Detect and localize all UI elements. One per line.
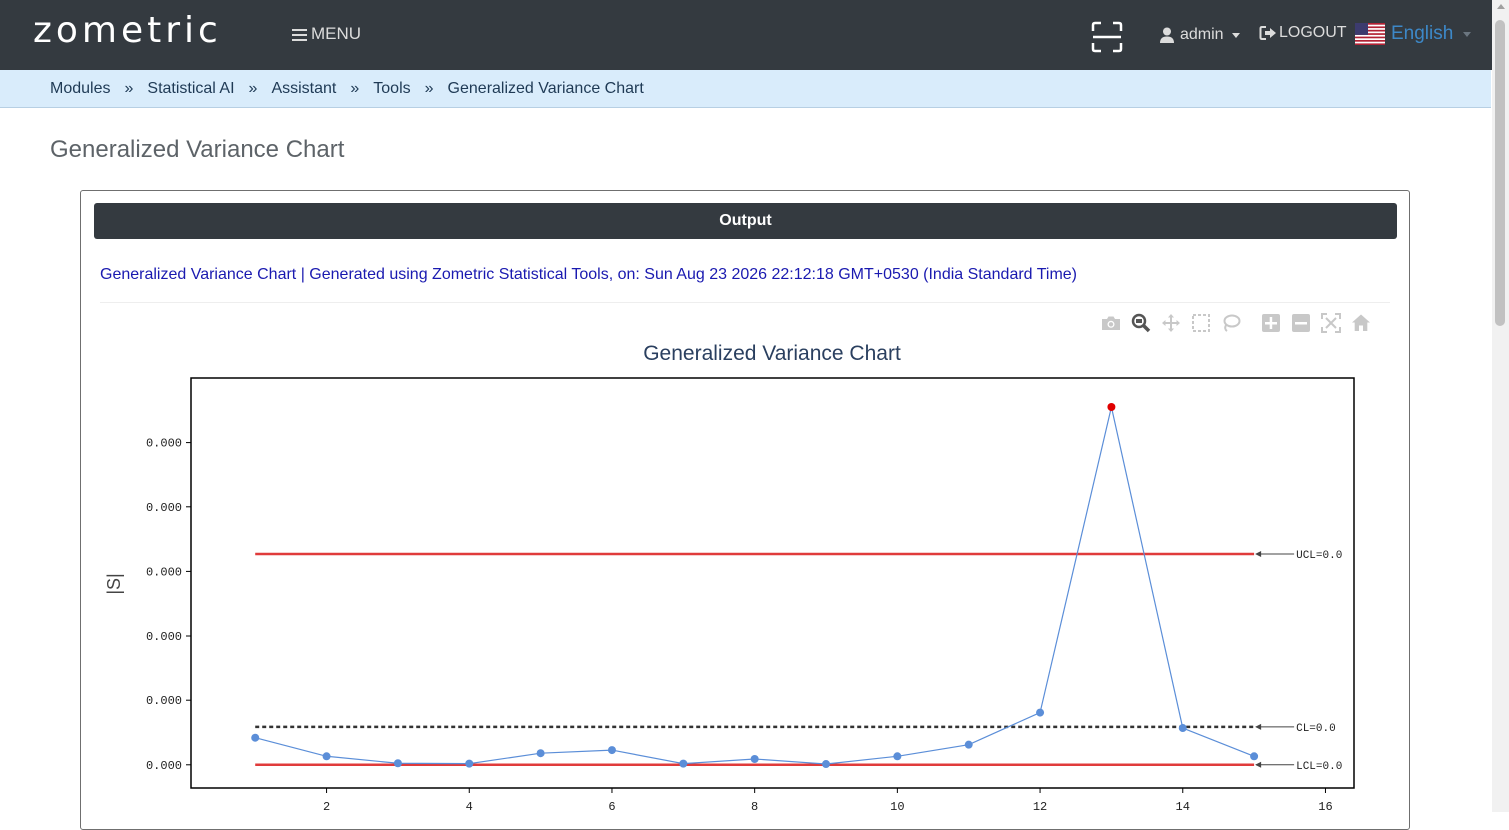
breadcrumb-separator: » (424, 79, 434, 97)
menu-label: MENU (311, 24, 362, 43)
breadcrumb-separator: » (124, 79, 134, 97)
user-menu[interactable]: admin (1160, 26, 1240, 44)
zoom-in-icon[interactable] (1260, 312, 1282, 334)
generation-note: Generalized Variance Chart | Generated u… (100, 266, 1078, 283)
breadcrumb-separator: » (350, 79, 360, 97)
chart-title: Generalized Variance Chart (643, 342, 901, 365)
logout-label: LOGOUT (1279, 24, 1347, 41)
chevron-down-icon (1231, 32, 1240, 38)
zoom-icon[interactable] (1130, 312, 1152, 334)
brand-logo[interactable]: zometric (33, 10, 222, 51)
breadcrumb-tools[interactable]: Tools (373, 80, 410, 98)
data-point (393, 759, 402, 768)
y-tick-label: 0.000 (146, 565, 182, 579)
reset-axes-icon[interactable] (1350, 312, 1372, 334)
hamburger-icon (292, 28, 307, 41)
user-icon (1160, 27, 1174, 43)
menu-button[interactable]: MENU (292, 24, 361, 44)
scrollbar-thumb[interactable] (1495, 20, 1505, 326)
user-name: admin (1180, 26, 1224, 43)
scan-icon[interactable] (1091, 21, 1123, 53)
data-point (750, 754, 759, 763)
control-line-label: LCL=0.0 (1296, 761, 1342, 773)
sign-out-icon (1259, 26, 1276, 40)
zoom-out-icon[interactable] (1290, 312, 1312, 334)
breadcrumb-statistical-ai[interactable]: Statistical AI (147, 80, 234, 98)
box-select-icon[interactable] (1190, 312, 1212, 334)
data-point (1178, 724, 1187, 733)
y-tick-label: 0.000 (146, 759, 182, 773)
data-point (1036, 708, 1045, 717)
output-label: Output (719, 212, 772, 229)
y-axis-label: |S| (104, 573, 124, 594)
breadcrumb: Modules » Statistical AI » Assistant » T… (0, 70, 1491, 108)
y-tick-label: 0.000 (146, 501, 182, 515)
data-point (251, 733, 260, 742)
y-tick-label: 0.000 (146, 694, 182, 708)
breadcrumb-assistant[interactable]: Assistant (271, 80, 336, 98)
autoscale-icon[interactable] (1320, 312, 1342, 334)
control-line-label: UCL=0.0 (1296, 550, 1342, 562)
breadcrumb-current: Generalized Variance Chart (447, 79, 644, 97)
pan-icon[interactable] (1160, 312, 1182, 334)
breadcrumb-separator: » (248, 79, 258, 97)
y-tick-label: 0.000 (146, 630, 182, 644)
out-of-control-point (1107, 403, 1116, 412)
language-label: English (1391, 23, 1454, 44)
output-panel (80, 190, 1410, 830)
lasso-select-icon[interactable] (1220, 312, 1242, 334)
data-point (322, 752, 331, 761)
data-point (536, 749, 545, 758)
data-point (822, 760, 831, 769)
plot-modebar (1100, 312, 1380, 334)
data-point (893, 752, 902, 761)
chevron-down-icon (1463, 31, 1472, 37)
top-navbar: zometric MENU admin LOGOUT English (0, 0, 1492, 70)
us-flag-icon (1355, 23, 1385, 45)
scroll-up-icon[interactable] (1497, 4, 1505, 9)
data-point (679, 759, 688, 768)
logout-button[interactable]: LOGOUT (1259, 24, 1347, 42)
y-tick-label: 0.000 (146, 437, 182, 451)
data-point (607, 746, 616, 755)
page-title: Generalized Variance Chart (50, 136, 345, 163)
control-line-label: CL=0.0 (1296, 723, 1336, 735)
camera-icon[interactable] (1100, 312, 1122, 334)
language-selector[interactable]: English (1355, 23, 1472, 45)
breadcrumb-modules[interactable]: Modules (50, 80, 110, 98)
data-point (1250, 752, 1259, 761)
divider (100, 302, 1390, 303)
data-point (465, 759, 474, 768)
data-point (964, 740, 973, 749)
output-header: Output (94, 203, 1397, 239)
